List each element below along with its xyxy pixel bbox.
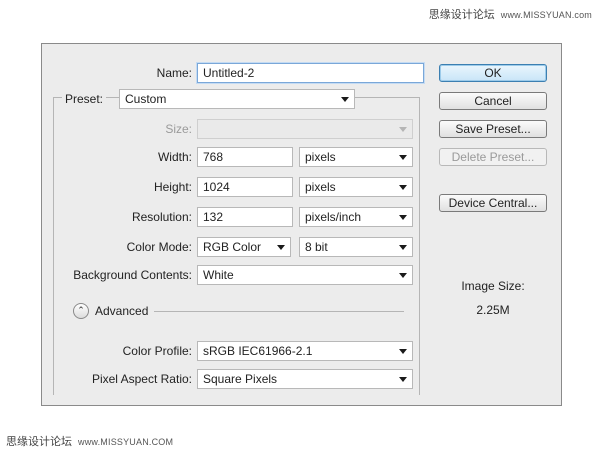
- background-contents-value: White: [203, 268, 234, 282]
- watermark-bottom-text: 思缘设计论坛: [6, 436, 72, 448]
- bit-depth-select[interactable]: 8 bit: [299, 237, 413, 257]
- bit-depth-value: 8 bit: [305, 240, 328, 254]
- image-size-label: Image Size:: [461, 279, 525, 293]
- caret-down-icon: [399, 245, 407, 250]
- color-mode-value: RGB Color: [203, 240, 262, 254]
- caret-down-icon: [399, 215, 407, 220]
- watermark-top: 思缘设计论坛 www.MISSYUAN.com: [429, 6, 592, 22]
- width-unit-value: pixels: [305, 150, 336, 164]
- caret-down-icon: [399, 349, 407, 354]
- advanced-label: Advanced: [95, 304, 149, 318]
- ok-button[interactable]: OK: [439, 64, 547, 82]
- resolution-unit-select[interactable]: pixels/inch: [299, 207, 413, 227]
- cancel-button[interactable]: Cancel: [439, 92, 547, 110]
- caret-down-icon: [399, 127, 407, 132]
- size-label: Size:: [165, 122, 192, 136]
- height-unit-value: pixels: [305, 180, 336, 194]
- chevron-double-up-icon[interactable]: ⌃: [73, 303, 89, 319]
- size-select: [197, 119, 413, 139]
- color-mode-select[interactable]: RGB Color: [197, 237, 291, 257]
- name-label: Name:: [156, 66, 192, 80]
- color-profile-select[interactable]: sRGB IEC61966-2.1: [197, 341, 413, 361]
- color-mode-label: Color Mode:: [126, 240, 192, 254]
- pixel-aspect-ratio-value: Square Pixels: [203, 372, 278, 386]
- preset-label: Preset:: [62, 88, 107, 110]
- caret-down-icon: [399, 155, 407, 160]
- height-unit-select[interactable]: pixels: [299, 177, 413, 197]
- caret-down-icon: [399, 377, 407, 382]
- width-label: Width:: [157, 150, 192, 164]
- color-profile-label: Color Profile:: [122, 344, 192, 358]
- caret-down-icon: [277, 245, 285, 250]
- width-input[interactable]: 768: [197, 147, 293, 167]
- caret-down-icon: [341, 97, 349, 102]
- height-label: Height:: [153, 180, 192, 194]
- delete-preset-button: Delete Preset...: [439, 148, 547, 166]
- color-profile-value: sRGB IEC61966-2.1: [203, 344, 313, 358]
- preset-select[interactable]: Custom: [119, 89, 355, 109]
- pixel-aspect-ratio-select[interactable]: Square Pixels: [197, 369, 413, 389]
- resolution-input[interactable]: 132: [197, 207, 293, 227]
- watermark-top-url: www.MISSYUAN.com: [500, 10, 592, 20]
- resolution-unit-value: pixels/inch: [305, 210, 362, 224]
- save-preset-button[interactable]: Save Preset...: [439, 120, 547, 138]
- background-contents-select[interactable]: White: [197, 265, 413, 285]
- height-input[interactable]: 1024: [197, 177, 293, 197]
- preset-select-value: Custom: [125, 92, 167, 106]
- watermark-bottom-url: www.MISSYUAN.COM: [78, 437, 174, 447]
- image-size-value: 2.25M: [476, 303, 510, 317]
- new-document-dialog: Name: Untitled-2 Preset: Custom Size: Wi…: [41, 43, 562, 406]
- pixel-aspect-ratio-label: Pixel Aspect Ratio:: [91, 372, 192, 386]
- watermark-top-text: 思缘设计论坛: [428, 9, 495, 21]
- background-contents-label: Background Contents:: [73, 268, 192, 282]
- width-unit-select[interactable]: pixels: [299, 147, 413, 167]
- caret-down-icon: [399, 273, 407, 278]
- advanced-divider: [154, 311, 404, 312]
- resolution-label: Resolution:: [131, 210, 192, 224]
- name-input[interactable]: Untitled-2: [197, 63, 424, 83]
- watermark-bottom: 思缘设计论坛 www.MISSYUAN.COM: [6, 433, 173, 449]
- caret-down-icon: [399, 185, 407, 190]
- device-central-button[interactable]: Device Central...: [439, 194, 547, 212]
